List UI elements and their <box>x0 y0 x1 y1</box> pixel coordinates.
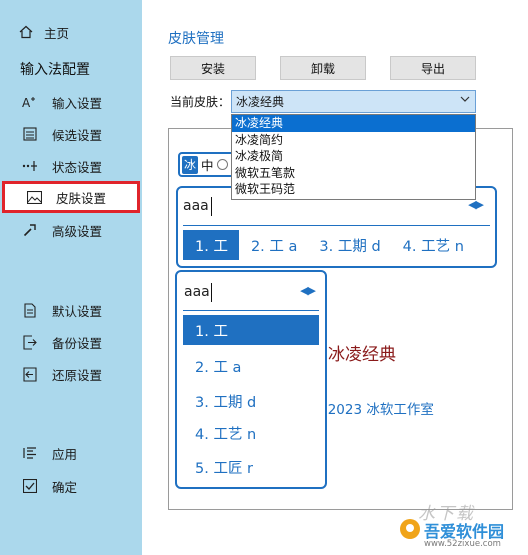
sidebar-item-label: 候选设置 <box>52 127 103 143</box>
document-icon <box>22 302 38 318</box>
chevron-down-icon <box>460 94 470 107</box>
sidebar-item-restore-settings[interactable]: 还原设置 <box>0 359 142 389</box>
status-dots-icon <box>22 158 38 174</box>
divider <box>183 310 319 311</box>
input-code: aaa <box>183 198 209 214</box>
skin-option[interactable]: 微软王码范 <box>232 181 475 198</box>
candidate-item: 4. 工艺 n <box>402 238 464 255</box>
candidate-item: 2. 工 a <box>195 359 242 376</box>
sidebar-item-label: 备份设置 <box>52 335 103 351</box>
candidate-item: 1. 工 <box>183 315 319 345</box>
sidebar-heading: 输入法配置 <box>20 62 90 78</box>
sidebar-item-label: 默认设置 <box>52 303 103 319</box>
page-title: 皮肤管理 <box>168 31 224 47</box>
sidebar-item-backup-settings[interactable]: 备份设置 <box>0 327 142 357</box>
sidebar-item-label: 确定 <box>52 479 78 495</box>
skin-option[interactable]: 冰凌经典 <box>232 115 475 132</box>
home-icon <box>18 24 34 40</box>
candidate-item: 1. 工 <box>183 230 239 260</box>
svg-text:A: A <box>22 96 31 109</box>
sidebar-item-label: 应用 <box>52 446 78 462</box>
sidebar-item-label: 皮肤设置 <box>56 190 107 206</box>
uninstall-button[interactable]: 卸载 <box>280 56 366 80</box>
candidate-item: 3. 工期 d <box>195 394 257 411</box>
candidate-item: 4. 工艺 n <box>195 426 257 443</box>
divider <box>183 225 490 226</box>
candidate-item: 5. 工匠 r <box>195 460 254 477</box>
candidate-item: 2. 工 a <box>250 238 298 255</box>
sidebar-item-ok[interactable]: 确定 <box>0 471 142 501</box>
skin-select[interactable]: 冰凌经典 <box>231 90 476 113</box>
ime-mode-indicator: 中 <box>201 158 214 173</box>
wrench-icon <box>22 222 38 238</box>
skin-option[interactable]: 微软五笔款 <box>232 165 475 182</box>
list-box-icon <box>22 126 38 142</box>
sidebar-item-default-settings[interactable]: 默认设置 <box>0 295 142 325</box>
text-caret <box>211 197 212 216</box>
skin-select-value: 冰凌经典 <box>236 95 285 109</box>
skin-option[interactable]: 冰凌极简 <box>232 148 475 165</box>
sidebar-item-input-settings[interactable]: A 输入设置 <box>0 87 142 117</box>
sidebar-item-advanced-settings[interactable]: 高级设置 <box>0 215 142 245</box>
sidebar-item-label: 状态设置 <box>52 159 103 175</box>
sidebar: 主页 输入法配置 A 输入设置 候选设置 状态设置 皮肤设置 高级设置 默认设置… <box>0 0 142 555</box>
half-width-icon <box>216 159 228 170</box>
apply-list-icon <box>22 445 38 461</box>
import-icon <box>22 366 38 382</box>
watermark-url: www.52zixue.com <box>424 539 501 549</box>
sidebar-item-label: 输入设置 <box>52 95 103 111</box>
watermark-logo-icon <box>400 519 420 539</box>
sidebar-item-home[interactable]: 主页 <box>0 17 142 47</box>
sidebar-item-status-settings[interactable]: 状态设置 <box>0 151 142 181</box>
skin-dropdown-list: 冰凌经典 冰凌简约 冰凌极简 微软五笔款 微软王码范 <box>231 114 476 200</box>
sidebar-item-apply[interactable]: 应用 <box>0 438 142 468</box>
watermark: 水下载 吾爱软件园 www.52zixue.com <box>398 503 526 553</box>
font-size-icon: A <box>22 94 38 110</box>
candidate-row: 1. 工 2. 工 a 3. 工期 d 4. 工艺 n <box>183 230 474 260</box>
export-icon <box>22 334 38 350</box>
input-code: aaa <box>184 284 210 300</box>
candidate-item: 3. 工期 d <box>319 238 381 255</box>
checkbox-icon <box>22 478 38 494</box>
sidebar-item-candidate-settings[interactable]: 候选设置 <box>0 119 142 149</box>
image-icon <box>26 189 42 205</box>
sidebar-item-label: 高级设置 <box>52 223 103 239</box>
current-skin-label: 当前皮肤： <box>170 95 231 109</box>
ime-logo-icon: 冰 <box>182 155 198 174</box>
export-button[interactable]: 导出 <box>390 56 476 80</box>
sidebar-item-label: 主页 <box>44 25 70 41</box>
vertical-candidate-window: aaa ◀▶ 1. 工 2. 工 a 3. 工期 d 4. 工艺 n 5. 工匠… <box>175 270 327 489</box>
sidebar-item-skin-settings[interactable]: 皮肤设置 <box>2 181 140 213</box>
sidebar-item-label: 还原设置 <box>52 367 103 383</box>
install-button[interactable]: 安装 <box>170 56 256 80</box>
text-caret <box>211 283 212 302</box>
skin-name-label: 冰凌经典 <box>328 345 396 365</box>
skin-option[interactable]: 冰凌简约 <box>232 132 475 149</box>
page-arrows-icon: ◀▶ <box>300 284 316 297</box>
